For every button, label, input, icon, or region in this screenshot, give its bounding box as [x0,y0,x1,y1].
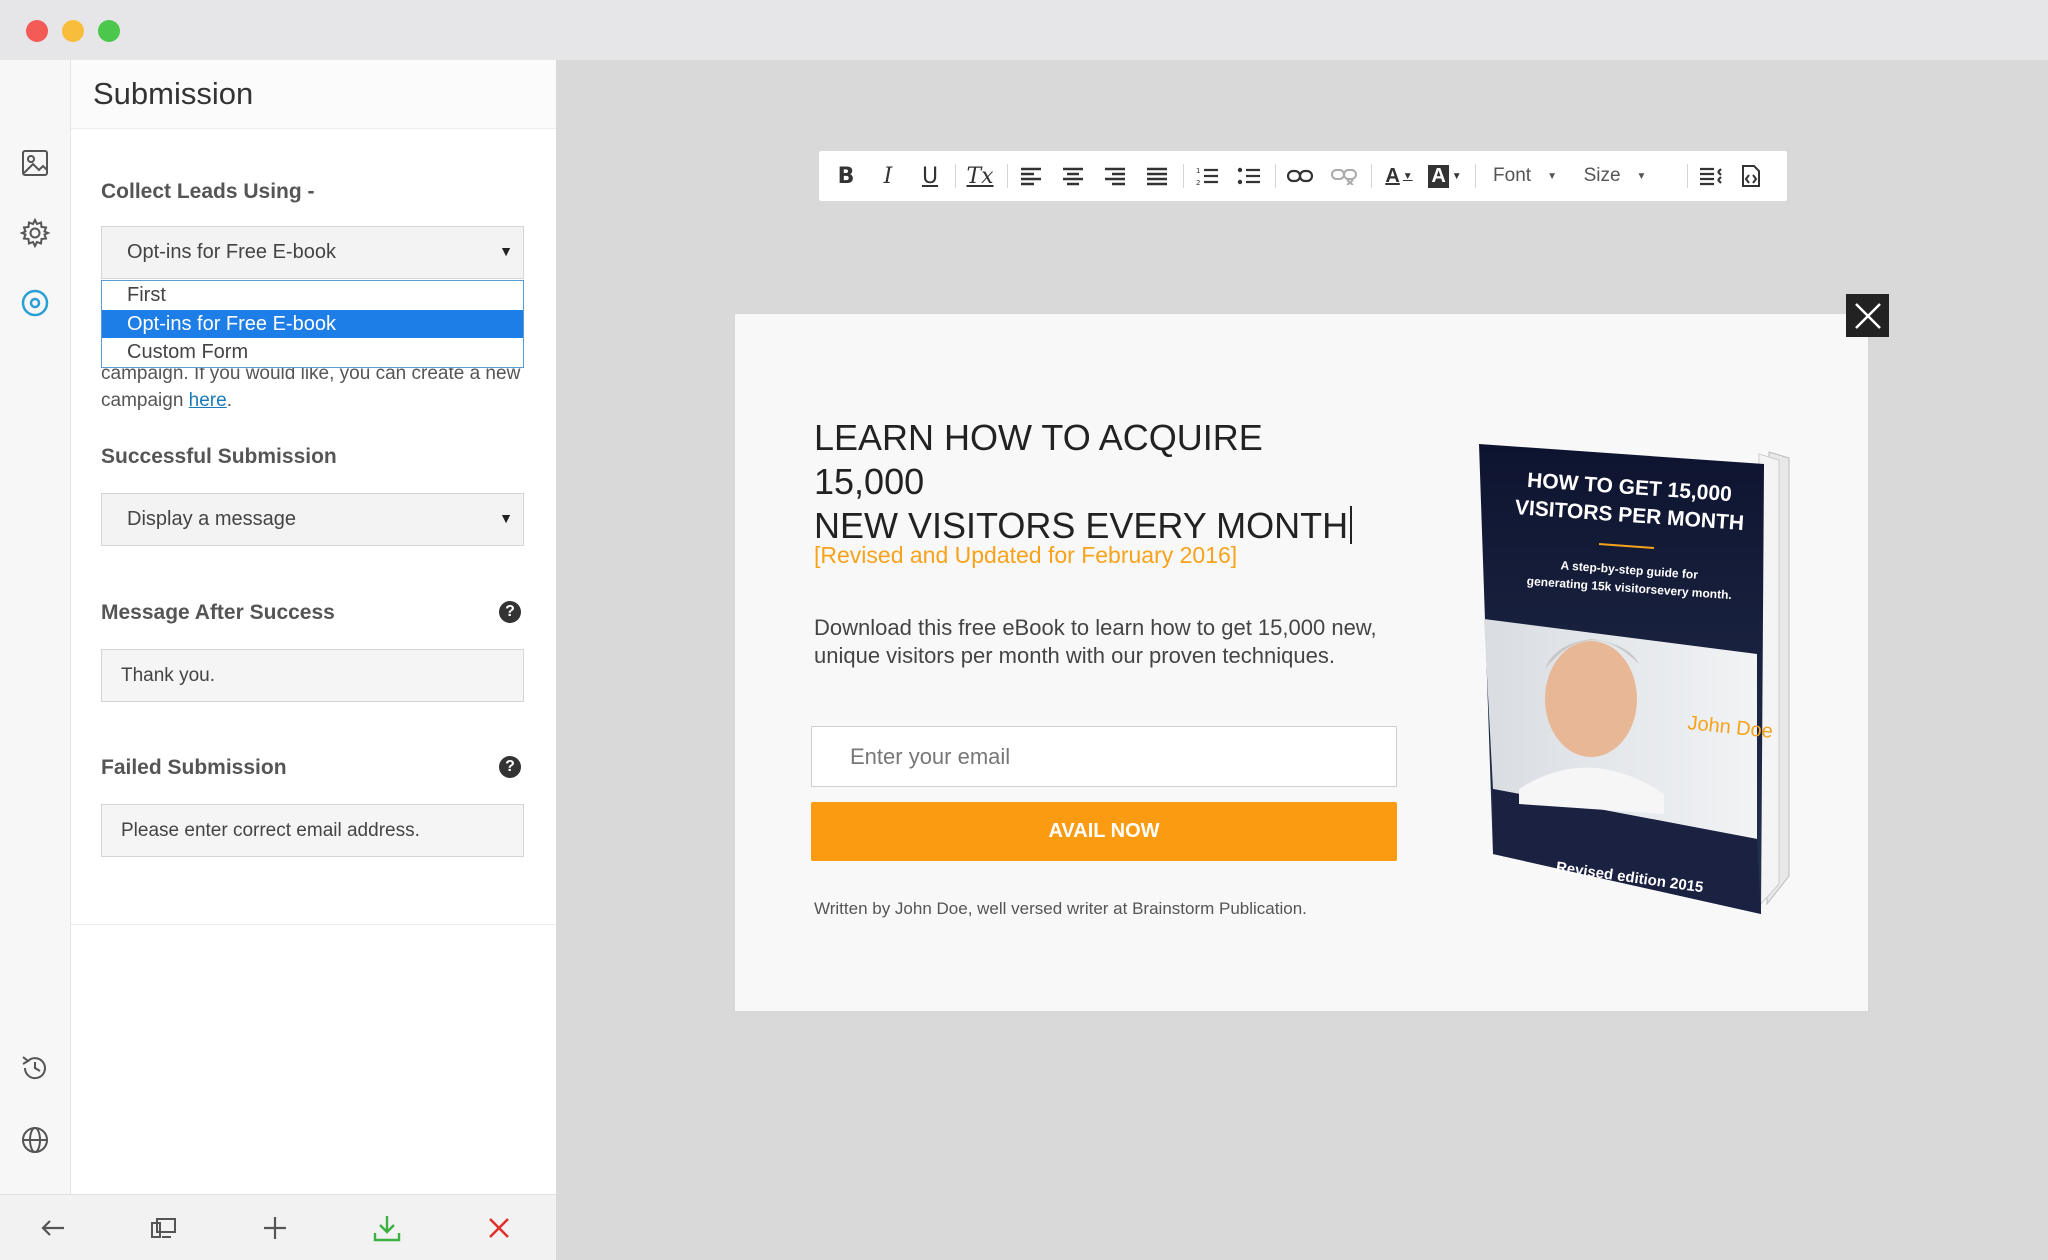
panel-divider [71,924,556,925]
svg-text:1: 1 [1196,167,1200,175]
caret-down-icon: ▼ [1547,170,1557,182]
align-left-icon[interactable] [1015,159,1047,193]
collect-leads-label: Collect Leads Using - [101,180,315,203]
bottom-toolbar [0,1194,556,1260]
image-icon[interactable] [17,145,53,181]
devices-icon[interactable] [147,1211,181,1245]
text-cursor [1350,506,1353,544]
campaign-note-end: . [226,390,232,411]
success-message-value: Thank you. [121,665,215,686]
italic-button[interactable]: I [873,159,903,193]
globe-icon[interactable] [17,1122,53,1158]
underline-button[interactable]: U [915,159,945,193]
chevron-down-icon: ▼ [499,243,513,259]
campaign-note: campaign. If you would like, you can cre… [101,360,524,414]
window-close-button[interactable] [26,20,48,42]
panel-header: Submission [71,60,556,129]
toolbar-separator [1183,164,1184,188]
email-input[interactable]: Enter your email [811,726,1397,787]
font-color-label: A [1385,164,1400,187]
link-icon[interactable] [1283,159,1317,193]
create-campaign-link[interactable]: here [189,390,227,411]
bullet-list-icon[interactable] [1233,159,1265,193]
avail-now-button[interactable]: AVAIL NOW [811,802,1397,861]
popup-close-button[interactable] [1846,294,1889,337]
option-first[interactable]: First [102,281,523,310]
headline-line-1: LEARN HOW TO ACQUIRE 15,000 [814,417,1263,502]
successful-submission-select[interactable]: Display a message ▼ [101,493,524,546]
font-select-label: Font [1493,165,1532,186]
close-icon[interactable] [482,1211,516,1245]
ebook-cover: HOW TO GET 15,000 VISITORS PER MONTH A s… [1479,444,1794,919]
popup-headline[interactable]: LEARN HOW TO ACQUIRE 15,000 NEW VISITORS… [814,416,1374,548]
window-minimize-button[interactable] [62,20,84,42]
option-opt-ins-ebook[interactable]: Opt-ins for Free E-book [102,309,523,338]
popup-byline[interactable]: Written by John Doe, well versed writer … [814,899,1307,919]
caret-down-icon: ▼ [1451,170,1462,182]
option-custom-form[interactable]: Custom Form [102,338,523,367]
background-color-button[interactable]: A ▼ [1425,159,1465,193]
align-right-icon[interactable] [1099,159,1131,193]
source-code-icon[interactable] [1735,159,1767,193]
popup-description[interactable]: Download this free eBook to learn how to… [814,614,1414,670]
bg-color-label: A [1428,164,1449,188]
clear-format-button[interactable]: Tx [963,159,997,193]
font-color-button[interactable]: A ▼ [1379,159,1419,193]
bold-button[interactable]: B [831,159,861,193]
email-placeholder: Enter your email [850,744,1011,769]
svg-text:2: 2 [1196,179,1200,186]
window-maximize-button[interactable] [98,20,120,42]
popup-subheading[interactable]: [Revised and Updated for February 2016] [814,542,1237,569]
toolbar-separator [1475,164,1476,188]
failed-message-field[interactable]: Please enter correct email address. [101,804,524,857]
help-icon[interactable]: ? [499,756,521,778]
headline-line-2: NEW VISITORS EVERY MONTH [814,505,1349,546]
success-message-field[interactable]: Thank you. [101,649,524,702]
font-select[interactable]: Font ▼ [1483,159,1567,193]
numbered-list-icon[interactable]: 12 [1191,159,1223,193]
popup-preview: LEARN HOW TO ACQUIRE 15,000 NEW VISITORS… [734,313,1869,1012]
align-center-icon[interactable] [1057,159,1089,193]
failed-message-value: Please enter correct email address. [121,820,420,841]
settings-panel: Submission Collect Leads Using - Opt-ins… [71,60,556,1194]
toolbar-separator [1371,164,1372,188]
panel-title: Submission [93,76,254,111]
toolbar-separator [955,164,956,188]
back-arrow-icon[interactable] [36,1211,70,1245]
successful-submission-label: Successful Submission [101,445,337,468]
chevron-down-icon: ▼ [499,510,513,526]
download-icon[interactable] [370,1211,404,1245]
caret-down-icon: ▼ [1636,170,1647,182]
gear-icon[interactable] [17,215,53,251]
message-after-success-label: Message After Success [101,601,335,624]
history-icon[interactable] [17,1050,53,1086]
target-icon[interactable] [17,285,53,321]
collect-leads-select[interactable]: Opt-ins for Free E-book ▼ [101,226,524,279]
text-editor-toolbar: B I U Tx 12 A ▼ A ▼ Font ▼ Size ▼ [818,150,1788,202]
toolbar-separator [1275,164,1276,188]
plus-icon[interactable] [258,1211,292,1245]
campaign-note-text: campaign. If you would like, you can cre… [101,363,521,411]
caret-down-icon: ▼ [1402,170,1413,182]
unlink-icon[interactable] [1327,159,1361,193]
collect-leads-dropdown: First Opt-ins for Free E-book Custom For… [101,280,524,368]
size-select-label: Size [1583,165,1621,186]
help-icon[interactable]: ? [499,601,521,623]
block-format-icon[interactable] [1695,159,1727,193]
collect-leads-selected: Opt-ins for Free E-book [127,241,336,263]
window-titlebar [0,0,2048,60]
icon-rail [0,60,71,1194]
close-icon [1854,302,1881,329]
size-select[interactable]: Size ▼ [1573,159,1657,193]
align-justify-icon[interactable] [1141,159,1173,193]
toolbar-separator [1007,164,1008,188]
toolbar-separator [1687,164,1688,188]
successful-submission-selected: Display a message [127,508,296,530]
failed-submission-label: Failed Submission [101,756,287,779]
